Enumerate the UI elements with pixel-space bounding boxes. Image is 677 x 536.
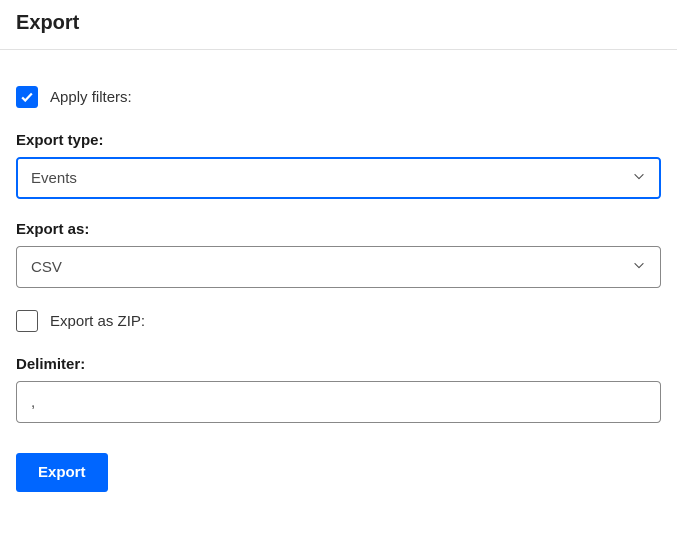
export-type-select[interactable]: Events [16, 157, 661, 199]
export-zip-label: Export as ZIP: [50, 313, 145, 330]
dialog-title: Export [16, 12, 661, 35]
export-as-label: Export as: [16, 221, 661, 238]
export-zip-checkbox[interactable] [16, 310, 38, 332]
delimiter-input[interactable] [16, 381, 661, 423]
export-button[interactable]: Export [16, 453, 108, 492]
dialog-actions: Export [16, 453, 661, 492]
export-type-field: Export type: Events [16, 132, 661, 199]
apply-filters-label: Apply filters: [50, 89, 132, 106]
export-as-field: Export as: CSV [16, 221, 661, 288]
export-type-label: Export type: [16, 132, 661, 149]
export-zip-row: Export as ZIP: [16, 310, 661, 332]
export-as-select[interactable]: CSV [16, 246, 661, 288]
delimiter-field: Delimiter: [16, 356, 661, 423]
chevron-down-icon [632, 169, 646, 188]
export-as-value: CSV [31, 259, 62, 276]
export-type-value: Events [31, 170, 77, 187]
dialog-header: Export [0, 0, 677, 50]
apply-filters-checkbox[interactable] [16, 86, 38, 108]
chevron-down-icon [632, 258, 646, 277]
delimiter-label: Delimiter: [16, 356, 661, 373]
export-form: Apply filters: Export type: Events Expor… [0, 50, 677, 508]
check-icon [20, 90, 34, 104]
apply-filters-row: Apply filters: [16, 86, 661, 108]
